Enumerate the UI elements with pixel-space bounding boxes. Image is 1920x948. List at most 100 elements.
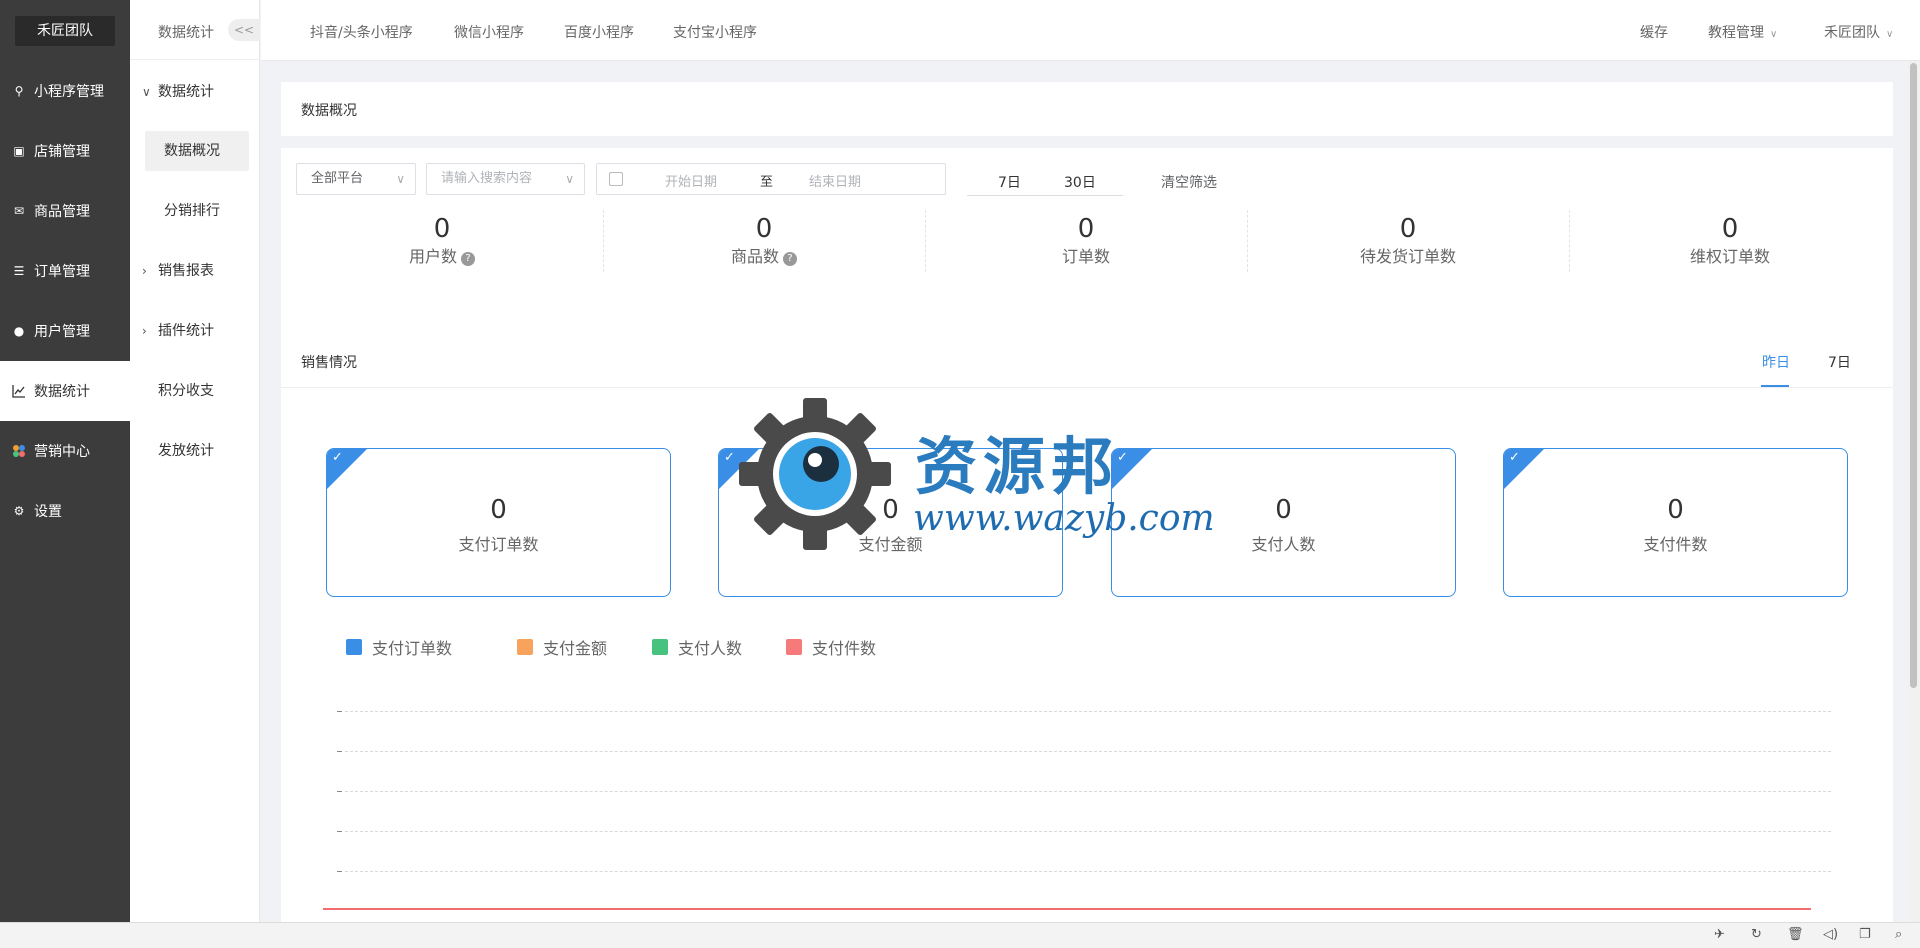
check-icon: ✓ [1509,450,1520,465]
search-placeholder: 请输入搜索内容 [441,171,533,186]
sub-nav-group-plugin-stats[interactable]: › 插件统计 [130,311,260,351]
legend-swatch [346,639,362,655]
shop-icon: ▣ [13,144,25,158]
grid-line [345,711,1831,712]
check-icon: ✓ [1117,450,1128,465]
kpi-pay-orders[interactable]: ✓ 0 支付订单数 [326,448,671,597]
chevron-down-icon: ∨ [1770,29,1778,40]
calendar-icon [609,172,623,186]
kpi-pay-users[interactable]: ✓ 0 支付人数 [1111,448,1456,597]
cache-link[interactable]: 缓存 [1640,22,1668,42]
vertical-scrollbar[interactable] [1907,61,1920,922]
axis-tick [337,711,342,712]
stat-value: 0 [1721,214,1739,244]
nav-item-miniprogram[interactable]: ⚲ 小程序管理 [0,61,130,121]
window-icon[interactable]: ❐ [1859,927,1871,942]
quick-30-days-button[interactable]: 30日 [1064,172,1096,192]
stat-users: 0 用户数? [281,212,603,268]
pin-icon[interactable]: ✈ [1714,927,1725,942]
legend-item-orders[interactable]: 支付订单数 [346,635,452,659]
chevron-down-icon: ∨ [396,172,405,186]
grid-line [345,791,1831,792]
sub-nav-label: 数据统计 [158,84,214,100]
end-date-input[interactable]: 结束日期 [809,171,861,190]
order-icon: ☰ [13,264,25,278]
app-root: 禾匠团队 ⚲ 小程序管理 ▣ 店铺管理 ✉ 商品管理 ☰ 订单管理 ● 用户管理… [0,0,1920,948]
kpi-value: 0 [1275,495,1292,525]
sub-nav-label: 数据概况 [164,143,220,159]
tutorial-menu[interactable]: 教程管理 ∨ [1708,22,1777,42]
tab-douyin[interactable]: 抖音/头条小程序 [310,22,413,42]
help-icon[interactable]: ? [783,252,797,266]
kpi-label: 支付订单数 [458,535,539,554]
clear-filter-button[interactable]: 清空筛选 [1161,172,1217,192]
topbar: 抖音/头条小程序 微信小程序 百度小程序 支付宝小程序 缓存 教程管理 ∨ 禾匠团… [261,0,1920,61]
tab-yesterday[interactable]: 昨日 [1762,352,1790,372]
refresh-icon[interactable]: ↻ [1751,927,1762,942]
kpi-label: 支付人数 [1251,535,1316,554]
sub-nav-group-sales-report[interactable]: › 销售报表 [130,251,260,291]
zoom-icon[interactable]: ⌕ [1895,927,1902,942]
nav-item-order[interactable]: ☰ 订单管理 [0,241,130,301]
nav-item-user[interactable]: ● 用户管理 [0,301,130,361]
nav-item-label: 设置 [34,504,62,520]
nav-item-settings[interactable]: ⚙ 设置 [0,481,130,541]
grid-line [345,871,1831,872]
left-nav: 禾匠团队 ⚲ 小程序管理 ▣ 店铺管理 ✉ 商品管理 ☰ 订单管理 ● 用户管理… [0,0,130,922]
nav-item-goods[interactable]: ✉ 商品管理 [0,181,130,241]
legend-label: 支付订单数 [372,639,453,658]
stat-label: 订单数 [1061,247,1110,266]
quick-7-days-button[interactable]: 7日 [998,172,1021,192]
tab-7-days[interactable]: 7日 [1828,352,1851,372]
sub-nav-item-distribution-rank[interactable]: 分销排行 [130,191,260,231]
scrollbar-thumb[interactable] [1910,63,1917,688]
nav-item-statistics[interactable]: 数据统计 [0,361,130,421]
trash-icon[interactable]: 🗑 [1787,927,1804,942]
tab-wechat[interactable]: 微信小程序 [454,22,524,42]
legend-swatch [786,639,802,655]
search-input[interactable]: 请输入搜索内容 ∨ [426,163,585,195]
stat-goods: 0 商品数? [603,212,925,268]
goods-icon: ✉ [13,204,25,218]
nav-item-shop[interactable]: ▣ 店铺管理 [0,121,130,181]
date-range-picker[interactable]: 开始日期 至 结束日期 [596,163,946,195]
sales-title: 销售情况 [301,355,357,371]
tab-alipay[interactable]: 支付宝小程序 [673,22,757,42]
legend-item-amount[interactable]: 支付金额 [517,635,607,659]
volume-icon[interactable]: ◁) [1823,927,1838,942]
sub-nav-item-overview[interactable]: 数据概况 [145,131,249,171]
sub-nav-item-points[interactable]: 积分收支 [130,371,260,411]
axis-tick [337,871,342,872]
brand-logo[interactable]: 禾匠团队 [15,16,115,46]
help-icon[interactable]: ? [461,252,475,266]
nav-item-marketing[interactable]: 营销中心 [0,421,130,481]
collapse-button[interactable]: << [228,19,260,41]
platform-select[interactable]: 全部平台 ∨ [296,163,416,195]
kpi-label: 支付金额 [858,535,923,554]
nav-item-label: 订单管理 [34,264,90,280]
legend-item-items[interactable]: 支付件数 [786,635,876,659]
stat-label: 待发货订单数 [1359,247,1456,266]
legend-swatch [652,639,668,655]
tab-baidu[interactable]: 百度小程序 [564,22,634,42]
sub-nav-label: 分销排行 [164,203,220,219]
kpi-pay-items[interactable]: ✓ 0 支付件数 [1503,448,1848,597]
range-separator: 至 [760,175,774,190]
tutorial-label: 教程管理 [1708,25,1764,41]
chart-icon [12,384,26,398]
kpi-label: 支付件数 [1643,535,1708,554]
axis-tick [337,831,342,832]
nav-item-label: 商品管理 [34,204,90,220]
stat-value: 0 [755,214,773,244]
kpi-pay-amount[interactable]: ✓ 0 支付金额 [718,448,1063,597]
team-menu[interactable]: 禾匠团队 ∨ [1824,22,1893,42]
chevron-right-icon: › [142,264,147,278]
legend-item-users[interactable]: 支付人数 [652,635,742,659]
sub-nav-title: 数据统计 [158,25,214,41]
stat-value: 0 [1077,214,1095,244]
kpi-value: 0 [490,495,507,525]
start-date-input[interactable]: 开始日期 [665,171,717,190]
sub-nav-item-issue-stats[interactable]: 发放统计 [130,431,260,471]
team-label: 禾匠团队 [1824,25,1880,41]
sub-nav-group-statistics[interactable]: ∨ 数据统计 [130,72,260,112]
